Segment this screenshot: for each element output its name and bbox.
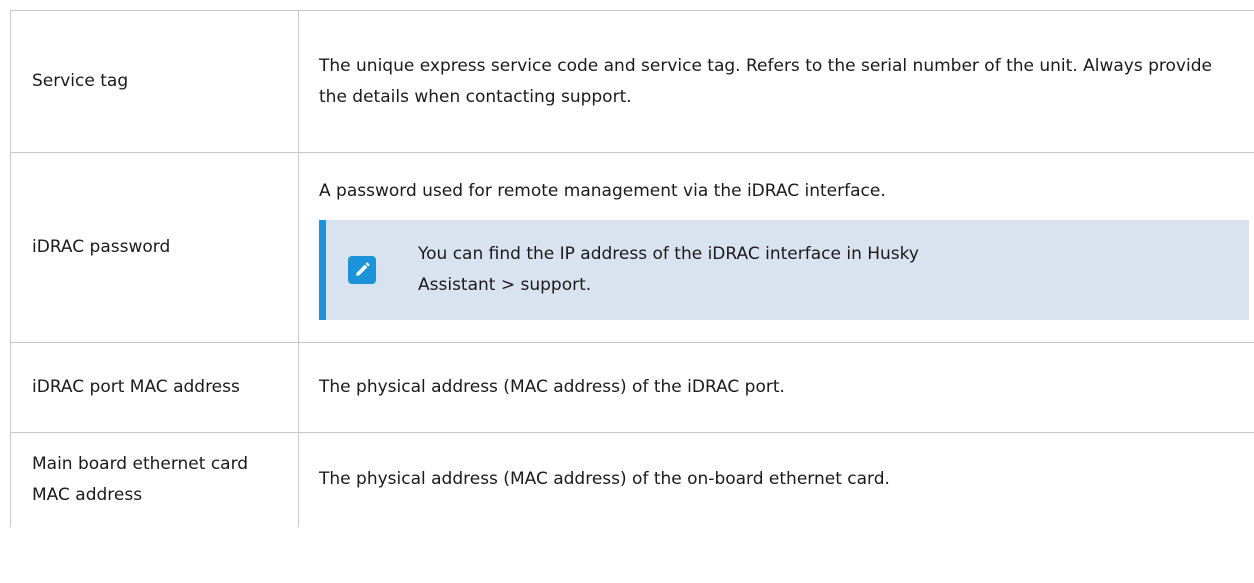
description-cell: The physical address (MAC address) of th…	[298, 432, 1254, 527]
table-row: iDRAC port MAC address The physical addr…	[10, 342, 1254, 433]
table-row: iDRAC password A password used for remot…	[10, 152, 1254, 343]
description-main-board-mac: The physical address (MAC address) of th…	[319, 469, 890, 490]
term-idrac-port-mac: iDRAC port MAC address	[32, 377, 240, 397]
term-service-tag: Service tag	[32, 71, 129, 91]
term-cell: Service tag	[10, 10, 299, 153]
description-cell: A password used for remote management vi…	[298, 152, 1254, 343]
properties-table: Service tag The unique express service c…	[10, 10, 1254, 527]
term-cell: Main board ethernet card MAC address	[10, 432, 299, 527]
term-cell: iDRAC port MAC address	[10, 342, 299, 433]
term-idrac-password: iDRAC password	[32, 237, 171, 257]
term-main-board-mac: Main board ethernet card MAC address	[32, 453, 249, 505]
table-row: Main board ethernet card MAC address The…	[10, 432, 1254, 527]
note-text: You can find the IP address of the iDRAC…	[418, 243, 919, 295]
description-idrac-port-mac: The physical address (MAC address) of th…	[319, 377, 785, 397]
description-service-tag: The unique express service code and serv…	[319, 55, 1212, 107]
note-box: You can find the IP address of the iDRAC…	[319, 219, 1249, 320]
pencil-icon	[348, 255, 376, 284]
table-row: Service tag The unique express service c…	[10, 10, 1254, 153]
term-cell: iDRAC password	[10, 152, 299, 343]
description-cell: The unique express service code and serv…	[298, 10, 1254, 153]
description-cell: The physical address (MAC address) of th…	[298, 342, 1254, 433]
description-idrac-password: A password used for remote management vi…	[319, 180, 886, 201]
